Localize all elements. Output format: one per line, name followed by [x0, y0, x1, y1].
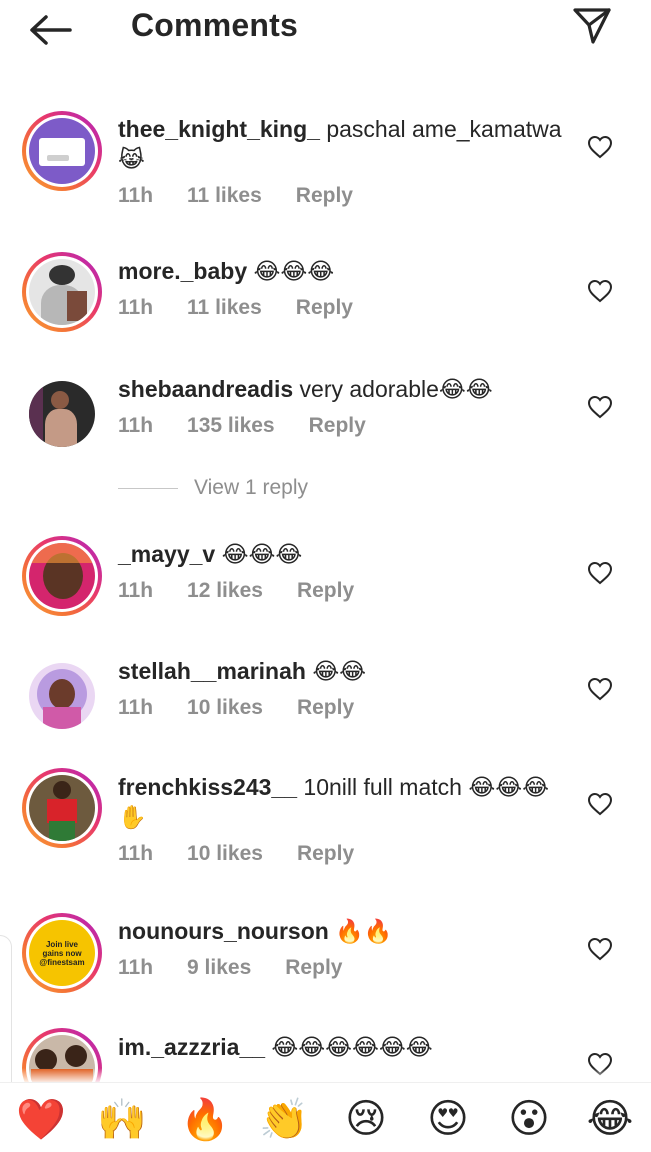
reply-button[interactable]: Reply — [296, 184, 353, 208]
comment-username[interactable]: stellah__marinah — [118, 658, 306, 684]
avatar-story-ring[interactable]: Join live gains now @finestsam — [22, 913, 102, 993]
comment-time: 11h — [118, 956, 154, 979]
comment-time: 11h — [118, 579, 154, 602]
reply-button[interactable]: Reply — [309, 414, 366, 438]
heart-outline-icon — [587, 792, 613, 816]
comment-likes[interactable]: 11 likes — [187, 296, 262, 320]
comment-text: very adorable😂😂 — [299, 376, 493, 402]
heart-outline-icon — [587, 677, 613, 701]
comment-body: nounours_nourson 🔥🔥 11h 9 likes Reply — [118, 916, 568, 980]
comment-text: 😂😂 — [312, 658, 367, 684]
like-button[interactable] — [586, 559, 614, 587]
avatar-story-ring[interactable] — [22, 768, 102, 848]
arrow-left-icon — [30, 15, 72, 45]
comment-body: im._azzzria__ 😂😂😂😂😂😂 — [118, 1032, 568, 1062]
comment-username[interactable]: frenchkiss243__ — [118, 774, 297, 800]
comment-body: _mayy_v 😂😂😂 11h 12 likes Reply — [118, 539, 568, 603]
comment-likes[interactable]: 11 likes — [187, 184, 262, 208]
reaction-raised-hands-button[interactable]: 🙌 — [94, 1093, 150, 1145]
avatar — [29, 118, 95, 184]
comment-meta: 11h 12 likes Reply — [118, 579, 568, 603]
reply-button[interactable]: Reply — [297, 842, 354, 866]
comment-body: thee_knight_king_ paschal ame_kamatwa 😹 … — [118, 114, 568, 208]
comment-time: 11h — [118, 696, 154, 719]
heart-outline-icon — [587, 937, 613, 961]
comment-meta: 11h 11 likes Reply — [118, 184, 568, 208]
avatar — [29, 775, 95, 841]
comment-meta: 11h 135 likes Reply — [118, 414, 568, 438]
page-title: Comments — [131, 7, 298, 43]
comment-likes[interactable]: 9 likes — [187, 956, 251, 980]
reaction-laughing-button[interactable]: 😂 — [582, 1093, 638, 1145]
avatar-story-ring[interactable] — [22, 536, 102, 616]
comment-time: 11h — [118, 184, 154, 207]
view-replies-label: View 1 reply — [194, 476, 309, 499]
comment-likes[interactable]: 12 likes — [187, 579, 263, 603]
like-button[interactable] — [586, 675, 614, 703]
comment-body: shebaandreadis very adorable😂😂 11h 135 l… — [118, 374, 568, 438]
view-replies-divider — [118, 487, 178, 489]
reply-button[interactable]: Reply — [297, 696, 354, 720]
comment-likes[interactable]: 10 likes — [187, 842, 263, 866]
comment-username[interactable]: more._baby — [118, 258, 247, 284]
heart-outline-icon — [587, 279, 613, 303]
like-button[interactable] — [586, 277, 614, 305]
heart-outline-icon — [587, 395, 613, 419]
comment-meta: 11h 10 likes Reply — [118, 842, 568, 866]
reaction-heart-eyes-button[interactable]: 😍 — [420, 1093, 476, 1145]
comment-username[interactable]: nounours_nourson — [118, 918, 329, 944]
header: Comments — [0, 0, 651, 60]
reaction-fire-button[interactable]: 🔥 — [177, 1093, 233, 1145]
comment-time: 11h — [118, 414, 154, 437]
comment-text: 🔥🔥 — [335, 918, 393, 944]
back-button[interactable] — [22, 8, 78, 52]
reply-button[interactable]: Reply — [296, 296, 353, 320]
avatar[interactable] — [22, 656, 102, 736]
comments-screen: Comments thee_knight_king_ paschal ame_k… — [0, 0, 651, 1152]
reply-button[interactable]: Reply — [285, 956, 342, 980]
like-button[interactable] — [586, 133, 614, 161]
reaction-heart-button[interactable]: ❤️ — [13, 1093, 69, 1145]
comment-time: 11h — [118, 842, 154, 865]
comment-username[interactable]: im._azzzria__ — [118, 1034, 265, 1060]
comment-text: 😂😂😂😂😂😂 — [271, 1034, 433, 1060]
comment-text: 😂😂😂 — [253, 258, 335, 284]
reaction-surprised-button[interactable]: 😮 — [501, 1093, 557, 1145]
share-button[interactable] — [566, 4, 618, 48]
view-replies-button[interactable]: View 1 reply — [118, 476, 308, 500]
comment-body: frenchkiss243__ 10nill full match 😂😂😂✋ 1… — [118, 772, 568, 866]
reaction-crying-button[interactable]: 😢 — [338, 1093, 394, 1145]
comment-text: 😂😂😂 — [221, 541, 303, 567]
avatar[interactable] — [22, 374, 102, 454]
like-button[interactable] — [586, 935, 614, 963]
comment-meta: 11h 11 likes Reply — [118, 296, 568, 320]
avatar — [29, 259, 95, 325]
like-button[interactable] — [586, 790, 614, 818]
comment-body: stellah__marinah 😂😂 11h 10 likes Reply — [118, 656, 568, 720]
avatar-story-ring[interactable] — [22, 252, 102, 332]
comment-username[interactable]: shebaandreadis — [118, 376, 293, 402]
comment-body: more._baby 😂😂😂 11h 11 likes Reply — [118, 256, 568, 320]
reaction-clap-button[interactable]: 👏 — [256, 1093, 312, 1145]
paper-plane-icon — [573, 8, 611, 44]
avatar-story-ring[interactable] — [22, 111, 102, 191]
comment-username[interactable]: thee_knight_king_ — [118, 116, 320, 142]
avatar: Join live gains now @finestsam — [29, 920, 95, 986]
comment-meta: 11h 9 likes Reply — [118, 956, 568, 980]
like-button[interactable] — [586, 393, 614, 421]
heart-outline-icon — [587, 135, 613, 159]
comment-time: 11h — [118, 296, 154, 319]
comment-meta: 11h 10 likes Reply — [118, 696, 568, 720]
comment-likes[interactable]: 10 likes — [187, 696, 263, 720]
reply-button[interactable]: Reply — [297, 579, 354, 603]
avatar — [29, 543, 95, 609]
comment-likes[interactable]: 135 likes — [187, 414, 275, 438]
avatar-promo-text: Join live gains now @finestsam — [39, 939, 85, 967]
heart-outline-icon — [587, 561, 613, 585]
comment-username[interactable]: _mayy_v — [118, 541, 215, 567]
quick-reactions-bar: ❤️ 🙌 🔥 👏 😢 😍 😮 😂 — [0, 1082, 651, 1152]
